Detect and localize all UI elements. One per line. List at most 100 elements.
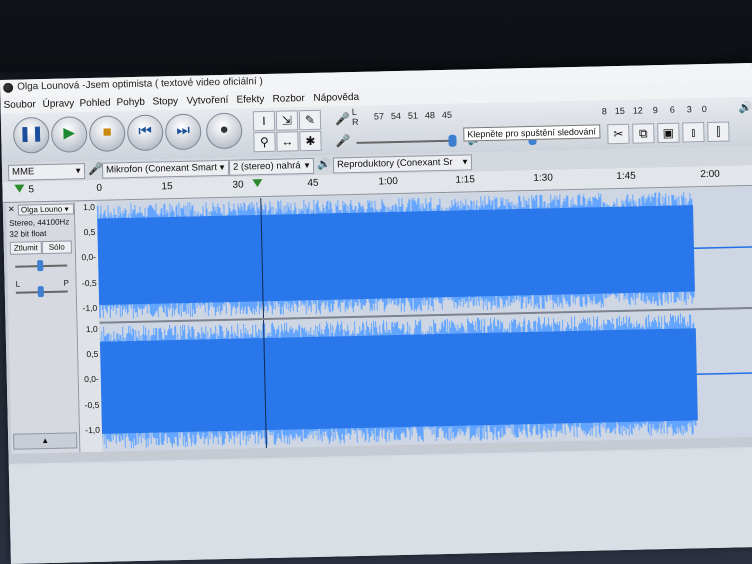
- menu-vytvoreni[interactable]: Vytvoření: [186, 95, 228, 107]
- track-name-menu[interactable]: Olga Louno ▾: [17, 203, 75, 216]
- amp-label: -0,5: [84, 399, 100, 411]
- draw-tool[interactable]: ✎: [298, 109, 322, 131]
- meter-tick: 48: [424, 110, 436, 121]
- menu-efekty[interactable]: Efekty: [236, 94, 264, 106]
- meter-tick: 57: [373, 111, 385, 122]
- meter-r-label: R: [351, 116, 359, 128]
- chevron-down-icon: ▼: [74, 166, 83, 176]
- triangle-up-icon: ▲: [41, 435, 50, 446]
- track-format-info: Stereo, 44100Hz: [9, 217, 70, 228]
- menu-napoveda[interactable]: Nápověda: [313, 92, 359, 104]
- waveform-channel-left[interactable]: [96, 186, 752, 322]
- pause-button[interactable]: ❚❚: [12, 116, 50, 154]
- waveform-rms: [99, 328, 698, 434]
- envelope-icon: ⇲: [281, 113, 293, 128]
- paste-button[interactable]: ▣: [657, 122, 680, 144]
- copy-button[interactable]: ⧉: [632, 123, 655, 144]
- record-button[interactable]: ●: [205, 112, 243, 150]
- paste-icon: ▣: [662, 125, 675, 140]
- meter-tick: 15: [614, 105, 625, 117]
- track-control-panel: ✕ Olga Louno ▾ Stereo, 44100Hz 32 bit fl…: [5, 202, 81, 454]
- waveform-channel-right[interactable]: [99, 308, 752, 452]
- playback-device-select[interactable]: Reproduktory (Conexant Sr ▼: [332, 154, 473, 174]
- menu-pohled[interactable]: Pohled: [79, 97, 110, 109]
- envelope-tool[interactable]: ⇲: [275, 110, 299, 131]
- stop-button[interactable]: ■: [88, 115, 126, 152]
- playhead-start-marker[interactable]: [14, 184, 25, 193]
- double-arrow-icon: ↔: [281, 134, 294, 149]
- i-beam-icon: I: [262, 113, 266, 129]
- audio-host-select[interactable]: MME ▼: [7, 163, 86, 181]
- chevron-down-icon: ▼: [218, 162, 227, 173]
- waveform-rms: [97, 205, 695, 306]
- pan-thumb[interactable]: [37, 286, 44, 298]
- play-button[interactable]: ▶: [50, 116, 88, 153]
- timeline-label: 5: [28, 184, 35, 196]
- meter-tick: 12: [632, 105, 643, 116]
- menu-upravy[interactable]: Úpravy: [42, 98, 74, 110]
- recording-device-value: Mikrofon (Conexant Smart: [105, 162, 218, 176]
- tracks-area: ✕ Olga Louno ▾ Stereo, 44100Hz 32 bit fl…: [2, 186, 752, 464]
- audio-host-value: MME: [11, 166, 35, 178]
- mute-button[interactable]: Ztlumit: [9, 241, 42, 255]
- solo-button[interactable]: Sólo: [41, 240, 72, 255]
- record-meter-mic-icon: 🎤: [334, 112, 351, 127]
- zoom-tool[interactable]: ⚲: [253, 131, 276, 153]
- channels-value: 2 (stereo) nahrá: [232, 160, 301, 173]
- amp-label: 0,0-: [81, 251, 97, 263]
- skip-end-icon: ⏭: [176, 121, 191, 140]
- mic-volume-icon: 🎤: [335, 134, 351, 149]
- multi-tool[interactable]: ✱: [299, 130, 322, 152]
- menu-rozbor[interactable]: Rozbor: [272, 93, 304, 105]
- amp-label: 0,0-: [84, 373, 99, 385]
- timeline-label: 1:45: [616, 170, 636, 183]
- timeshift-tool[interactable]: ↔: [276, 131, 299, 152]
- meter-tick: 3: [686, 104, 692, 115]
- timeline-label: 30: [232, 179, 244, 191]
- pencil-icon: ✎: [304, 112, 316, 128]
- copy-icon: ⧉: [638, 126, 648, 141]
- amp-label: 0,5: [86, 348, 99, 360]
- menu-stopy[interactable]: Stopy: [152, 96, 178, 108]
- pan-left-label: L: [15, 279, 21, 289]
- magnifier-icon: ⚲: [259, 134, 270, 150]
- channels-select[interactable]: 2 (stereo) nahrá ▼: [228, 157, 315, 176]
- amp-label: 1,0: [85, 323, 98, 335]
- timeline-label: 2:00: [700, 168, 720, 181]
- timeline-label: 0: [96, 182, 103, 194]
- amp-label: -0,5: [81, 277, 97, 289]
- chevron-down-icon: ▼: [302, 160, 312, 171]
- gain-thumb[interactable]: [37, 260, 44, 272]
- audacity-window: Olga Lounová -Jsem optimista ( textové v…: [0, 62, 752, 564]
- amp-label: 0,5: [83, 226, 96, 238]
- meter-tick: 9: [652, 105, 658, 116]
- track-bitdepth-info: 32 bit float: [9, 228, 47, 239]
- timeline-label: 1:30: [533, 172, 553, 184]
- collapse-track-button[interactable]: ▲: [13, 432, 78, 450]
- trim-audio-icon: ⫾: [691, 125, 696, 140]
- speaker-icon: 🔊: [316, 158, 331, 171]
- meter-tick: 8: [601, 106, 607, 117]
- selection-tool[interactable]: I: [252, 110, 276, 132]
- audacity-logo-icon: [3, 82, 14, 93]
- trim-button[interactable]: ⫾: [682, 122, 705, 143]
- play-icon: ▶: [63, 124, 76, 142]
- skip-end-button[interactable]: ⏭: [164, 113, 202, 151]
- skip-start-button[interactable]: ⏮: [126, 114, 164, 152]
- scissors-icon: ✂: [613, 126, 624, 142]
- chevron-down-icon: ▼: [460, 157, 470, 167]
- recording-device-select[interactable]: Mikrofon (Conexant Smart ▼: [101, 159, 230, 179]
- playback-position-marker[interactable]: [252, 179, 263, 188]
- mic-volume-slider[interactable]: [356, 139, 457, 144]
- timeline-label: 1:00: [378, 176, 398, 188]
- pan-right-label: P: [63, 278, 70, 288]
- timeline-label: 45: [307, 177, 319, 190]
- cut-button[interactable]: ✂: [607, 123, 630, 145]
- track-close-icon[interactable]: ✕: [8, 205, 15, 214]
- menu-soubor[interactable]: Soubor: [3, 99, 35, 111]
- menu-pohyb[interactable]: Pohyb: [116, 97, 145, 109]
- microphone-icon: 🎤: [87, 161, 104, 177]
- meter-tick: 0: [701, 103, 707, 115]
- silence-button[interactable]: ⫿: [707, 121, 730, 142]
- mic-volume-thumb[interactable]: [448, 134, 457, 147]
